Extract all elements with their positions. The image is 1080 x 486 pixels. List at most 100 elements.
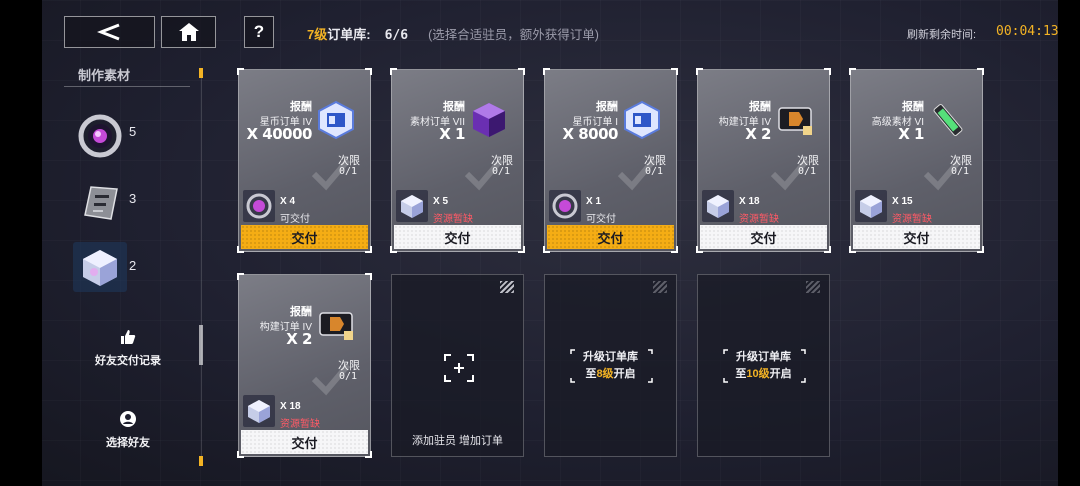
order-level: 7级	[307, 27, 328, 42]
back-button[interactable]	[64, 16, 155, 48]
card-corner	[518, 68, 525, 75]
purple-orb-material-icon	[549, 190, 581, 222]
order-card[interactable]: 报酬 星币订单 IV X 40000 次限 0/1 X 4 可交付 交付	[237, 68, 372, 253]
add-resident-slot[interactable]: 添加驻员 增加订单	[391, 274, 524, 457]
home-button[interactable]	[161, 16, 216, 48]
materials-heading: 制作素材	[64, 66, 190, 87]
order-hint: (选择合适驻员，额外获得订单)	[428, 28, 599, 42]
requirement-status: 可交付	[280, 214, 310, 225]
unlock-pre: 至	[585, 368, 597, 380]
reward-label: 报酬	[902, 101, 924, 113]
reward-quantity: X 1	[898, 125, 924, 143]
card-corner	[696, 68, 703, 75]
order-card[interactable]: 报酬 星币订单 I X 8000 次限 0/1 X 1 可交付 交付	[543, 68, 678, 253]
card-corner	[390, 68, 397, 75]
order-card[interactable]: 报酬 构建订单 IV X 2 次限 0/1 X 18 资源暂缺 交付	[696, 68, 831, 253]
required-quantity: X 4	[280, 196, 296, 207]
requirement-status: 资源暂缺	[739, 214, 779, 225]
purple-cube-icon	[469, 100, 509, 140]
back-arrow-icon	[96, 23, 120, 41]
reward-label: 报酬	[596, 101, 618, 113]
order-card[interactable]: 报酬 素材订单 VII X 1 次限 0/1 X 5 资源暂缺 交付	[390, 68, 525, 253]
unlock-hint-line2: 至8级开启	[545, 366, 676, 383]
help-button[interactable]: ?	[244, 16, 274, 48]
required-quantity: X 18	[739, 196, 760, 207]
required-quantity: X 5	[433, 196, 449, 207]
stripe-tag-icon	[806, 281, 820, 293]
build-ticket-icon	[775, 100, 815, 140]
friend-records-label: 好友交付记录	[95, 355, 161, 367]
requirement-status: 资源暂缺	[280, 419, 320, 430]
friend-delivery-records-button[interactable]: 好友交付记录	[80, 328, 176, 368]
crystal-cube-material-icon	[396, 190, 428, 222]
required-quantity: X 15	[892, 196, 913, 207]
limit-value: 0/1	[338, 371, 357, 382]
reward-label: 报酬	[290, 306, 312, 318]
card-corner	[849, 68, 856, 75]
limit-value: 0/1	[491, 166, 510, 177]
unlock-hint: 升级订单库 至8级开启	[545, 349, 676, 383]
locked-slot-level-8: 升级订单库 至8级开启	[544, 274, 677, 457]
stripe-tag-icon	[653, 281, 667, 293]
material-count: 3	[129, 191, 137, 206]
card-corner	[824, 68, 831, 75]
unlock-hint: 升级订单库 至10级开启	[698, 349, 829, 383]
refresh-timer-label: 刷新剩余时间:	[907, 29, 977, 41]
star-coin-chip-icon	[622, 100, 662, 140]
purple-orb-material-icon[interactable]	[73, 111, 127, 161]
friend-icon	[120, 411, 136, 427]
sidebar-scroll-track[interactable]	[201, 78, 202, 466]
deliver-button[interactable]: 交付	[853, 225, 980, 249]
reward-quantity: X 2	[286, 330, 312, 348]
build-ticket-icon	[316, 305, 356, 345]
order-card[interactable]: 报酬 高级素材 VI X 1 次限 0/1 X 15 资源暂缺 交付	[849, 68, 984, 253]
crystal-cube-material-icon	[243, 395, 275, 427]
deliver-button[interactable]: 交付	[394, 225, 521, 249]
required-quantity: X 18	[280, 401, 301, 412]
unlock-post: 开启	[769, 368, 792, 380]
deliver-button[interactable]: 交付	[547, 225, 674, 249]
refresh-timer-value: 00:04:13	[996, 24, 1059, 39]
unlock-hint-line1: 升级订单库	[736, 351, 791, 363]
deliver-button[interactable]: 交付	[700, 225, 827, 249]
unlock-pre: 至	[735, 368, 747, 380]
purple-orb-material-icon	[243, 190, 275, 222]
card-corner	[237, 273, 244, 280]
required-quantity: X 1	[586, 196, 602, 207]
card-corner	[671, 68, 678, 75]
limit-value: 0/1	[338, 166, 357, 177]
crystal-cube-material-icon[interactable]	[73, 242, 127, 292]
limit-value: 0/1	[644, 166, 663, 177]
home-icon	[178, 23, 199, 41]
screen-edge-left	[0, 0, 42, 486]
metal-plate-material-icon[interactable]	[73, 177, 127, 227]
requirement-status: 资源暂缺	[433, 214, 473, 225]
unlock-hint-line1: 升级订单库	[583, 351, 638, 363]
deliver-button[interactable]: 交付	[241, 225, 368, 249]
unlock-hint-line2: 至10级开启	[698, 366, 829, 383]
order-card[interactable]: 报酬 构建订单 IV X 2 次限 0/1 X 18 资源暂缺 交付	[237, 273, 372, 458]
reward-quantity: X 1	[439, 125, 465, 143]
card-corner	[977, 68, 984, 75]
reward-quantity: X 8000	[562, 125, 618, 143]
title-suffix: 订单库:	[327, 27, 371, 42]
requirement-status: 资源暂缺	[892, 214, 932, 225]
reward-quantity: X 40000	[246, 125, 313, 143]
unlock-level: 10级	[746, 368, 770, 380]
card-corner	[365, 273, 372, 280]
sidebar-scroll-thumb[interactable]	[199, 325, 203, 365]
select-friend-button[interactable]: 选择好友	[80, 410, 176, 450]
reward-label: 报酬	[290, 101, 312, 113]
unlock-level: 8级	[596, 368, 614, 380]
deliver-button[interactable]: 交付	[241, 430, 368, 454]
order-screen: ? 7级订单库: 6/6 (选择合适驻员，额外获得订单) 刷新剩余时间: 00:…	[0, 0, 1080, 486]
crystal-cube-material-icon	[702, 190, 734, 222]
limit-value: 0/1	[950, 166, 969, 177]
order-count: 6/6	[384, 28, 409, 43]
card-corner	[237, 68, 244, 75]
locked-slot-level-10: 升级订单库 至10级开启	[697, 274, 830, 457]
screen-edge-right	[1058, 0, 1080, 486]
reward-label: 报酬	[443, 101, 465, 113]
star-coin-chip-icon	[316, 100, 356, 140]
add-plus-icon	[444, 354, 474, 382]
